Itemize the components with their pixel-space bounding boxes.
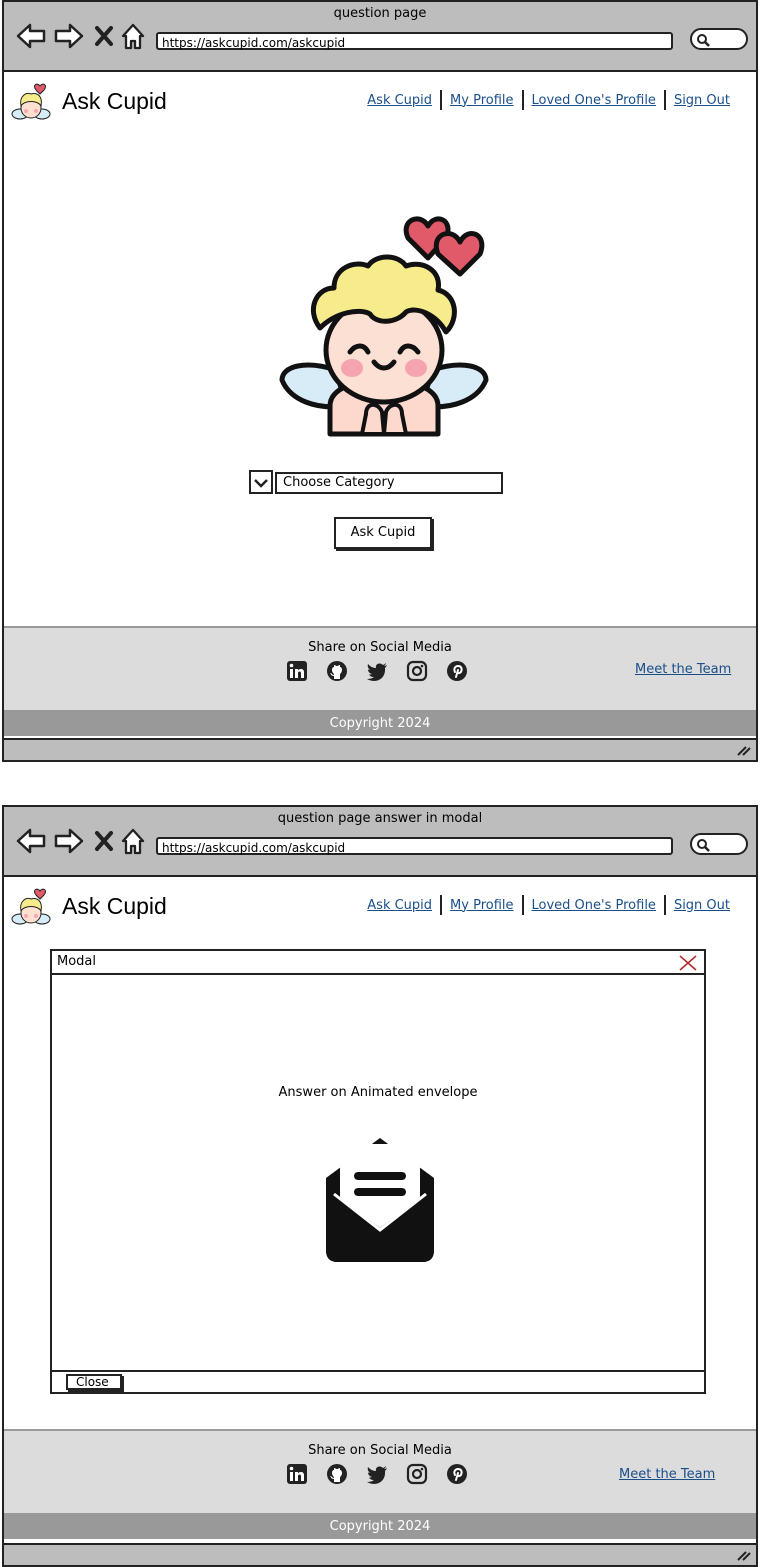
stop-icon[interactable]	[94, 22, 114, 50]
nav-divider	[521, 895, 524, 915]
browser-search-box[interactable]	[690, 28, 748, 50]
github-icon[interactable]	[326, 1463, 348, 1485]
footer: Share on Social Media Meet the Team	[4, 1429, 756, 1515]
browser-chrome: question page https://askcupid.com/askcu…	[4, 2, 756, 72]
resize-handle-icon[interactable]	[736, 743, 752, 757]
browser-search-box[interactable]	[690, 833, 748, 855]
forward-icon[interactable]	[54, 22, 84, 50]
nav-loved-ones-profile[interactable]: Loved One's Profile	[532, 93, 656, 108]
search-icon	[697, 839, 710, 852]
footer: Share on Social Media Meet the Team	[4, 626, 756, 712]
brand-title[interactable]: Ask Cupid	[62, 88, 167, 115]
nav-my-profile[interactable]: My Profile	[450, 93, 513, 108]
back-icon[interactable]	[16, 22, 46, 50]
url-bar[interactable]: https://askcupid.com/askcupid	[156, 837, 673, 855]
category-dropdown[interactable]: Choose Category	[249, 470, 504, 496]
window-bottom-bar	[4, 738, 756, 760]
modal-footer: Close	[52, 1370, 704, 1392]
nav-sign-out[interactable]: Sign Out	[674, 93, 730, 108]
linkedin-icon[interactable]	[286, 1463, 308, 1485]
close-icon[interactable]	[678, 954, 698, 972]
nav-divider	[663, 895, 666, 915]
ask-cupid-button[interactable]: Ask Cupid	[334, 517, 432, 549]
copyright-bar: Copyright 2024	[4, 1515, 756, 1539]
copyright-bar: Copyright 2024	[4, 712, 756, 736]
cupid-illustration	[279, 216, 489, 437]
answer-modal: Modal Answer on Animated envelope Close	[50, 949, 706, 1394]
instagram-icon[interactable]	[406, 1463, 428, 1485]
pinterest-icon[interactable]	[446, 1463, 468, 1485]
nav-sign-out[interactable]: Sign Out	[674, 898, 730, 913]
forward-icon[interactable]	[54, 827, 84, 855]
top-nav: Ask Cupid My Profile Loved One's Profile…	[367, 90, 730, 110]
url-bar[interactable]: https://askcupid.com/askcupid	[156, 32, 673, 50]
meet-the-team-link[interactable]: Meet the Team	[619, 1467, 715, 1482]
social-icons	[286, 660, 468, 682]
window-title: question page answer in modal	[277, 811, 483, 826]
pinterest-icon[interactable]	[446, 660, 468, 682]
instagram-icon[interactable]	[406, 660, 428, 682]
twitter-icon[interactable]	[366, 1463, 388, 1485]
category-select-value[interactable]: Choose Category	[275, 472, 503, 494]
stop-icon[interactable]	[94, 827, 114, 855]
back-icon[interactable]	[16, 827, 46, 855]
linkedin-icon[interactable]	[286, 660, 308, 682]
cupid-logo[interactable]	[10, 80, 52, 126]
chevron-down-icon	[254, 479, 268, 488]
modal-title: Modal	[57, 954, 96, 969]
dropdown-toggle[interactable]	[249, 470, 273, 494]
nav-ask-cupid[interactable]: Ask Cupid	[367, 898, 432, 913]
close-button[interactable]: Close	[66, 1374, 122, 1390]
share-label: Share on Social Media	[308, 640, 452, 655]
nav-divider	[440, 895, 443, 915]
nav-divider	[440, 90, 443, 110]
top-nav: Ask Cupid My Profile Loved One's Profile…	[367, 895, 730, 915]
home-icon[interactable]	[120, 22, 146, 50]
search-icon	[697, 34, 710, 47]
window-title: question page	[333, 6, 427, 21]
twitter-icon[interactable]	[366, 660, 388, 682]
cupid-logo[interactable]	[10, 885, 52, 931]
social-icons	[286, 1463, 468, 1485]
nav-my-profile[interactable]: My Profile	[450, 898, 513, 913]
github-icon[interactable]	[326, 660, 348, 682]
browser-window-question-page: question page https://askcupid.com/askcu…	[2, 0, 758, 762]
brand-title[interactable]: Ask Cupid	[62, 893, 167, 920]
window-bottom-bar	[4, 1543, 756, 1565]
nav-ask-cupid[interactable]: Ask Cupid	[367, 93, 432, 108]
meet-the-team-link[interactable]: Meet the Team	[635, 662, 731, 677]
nav-divider	[521, 90, 524, 110]
home-icon[interactable]	[120, 827, 146, 855]
resize-handle-icon[interactable]	[736, 1548, 752, 1562]
open-envelope-icon	[326, 1138, 434, 1262]
nav-loved-ones-profile[interactable]: Loved One's Profile	[532, 898, 656, 913]
browser-chrome: question page answer in modal https://as…	[4, 807, 756, 877]
modal-header: Modal	[52, 951, 704, 975]
share-label: Share on Social Media	[308, 1443, 452, 1458]
nav-divider	[663, 90, 666, 110]
answer-text: Answer on Animated envelope	[278, 1085, 478, 1100]
